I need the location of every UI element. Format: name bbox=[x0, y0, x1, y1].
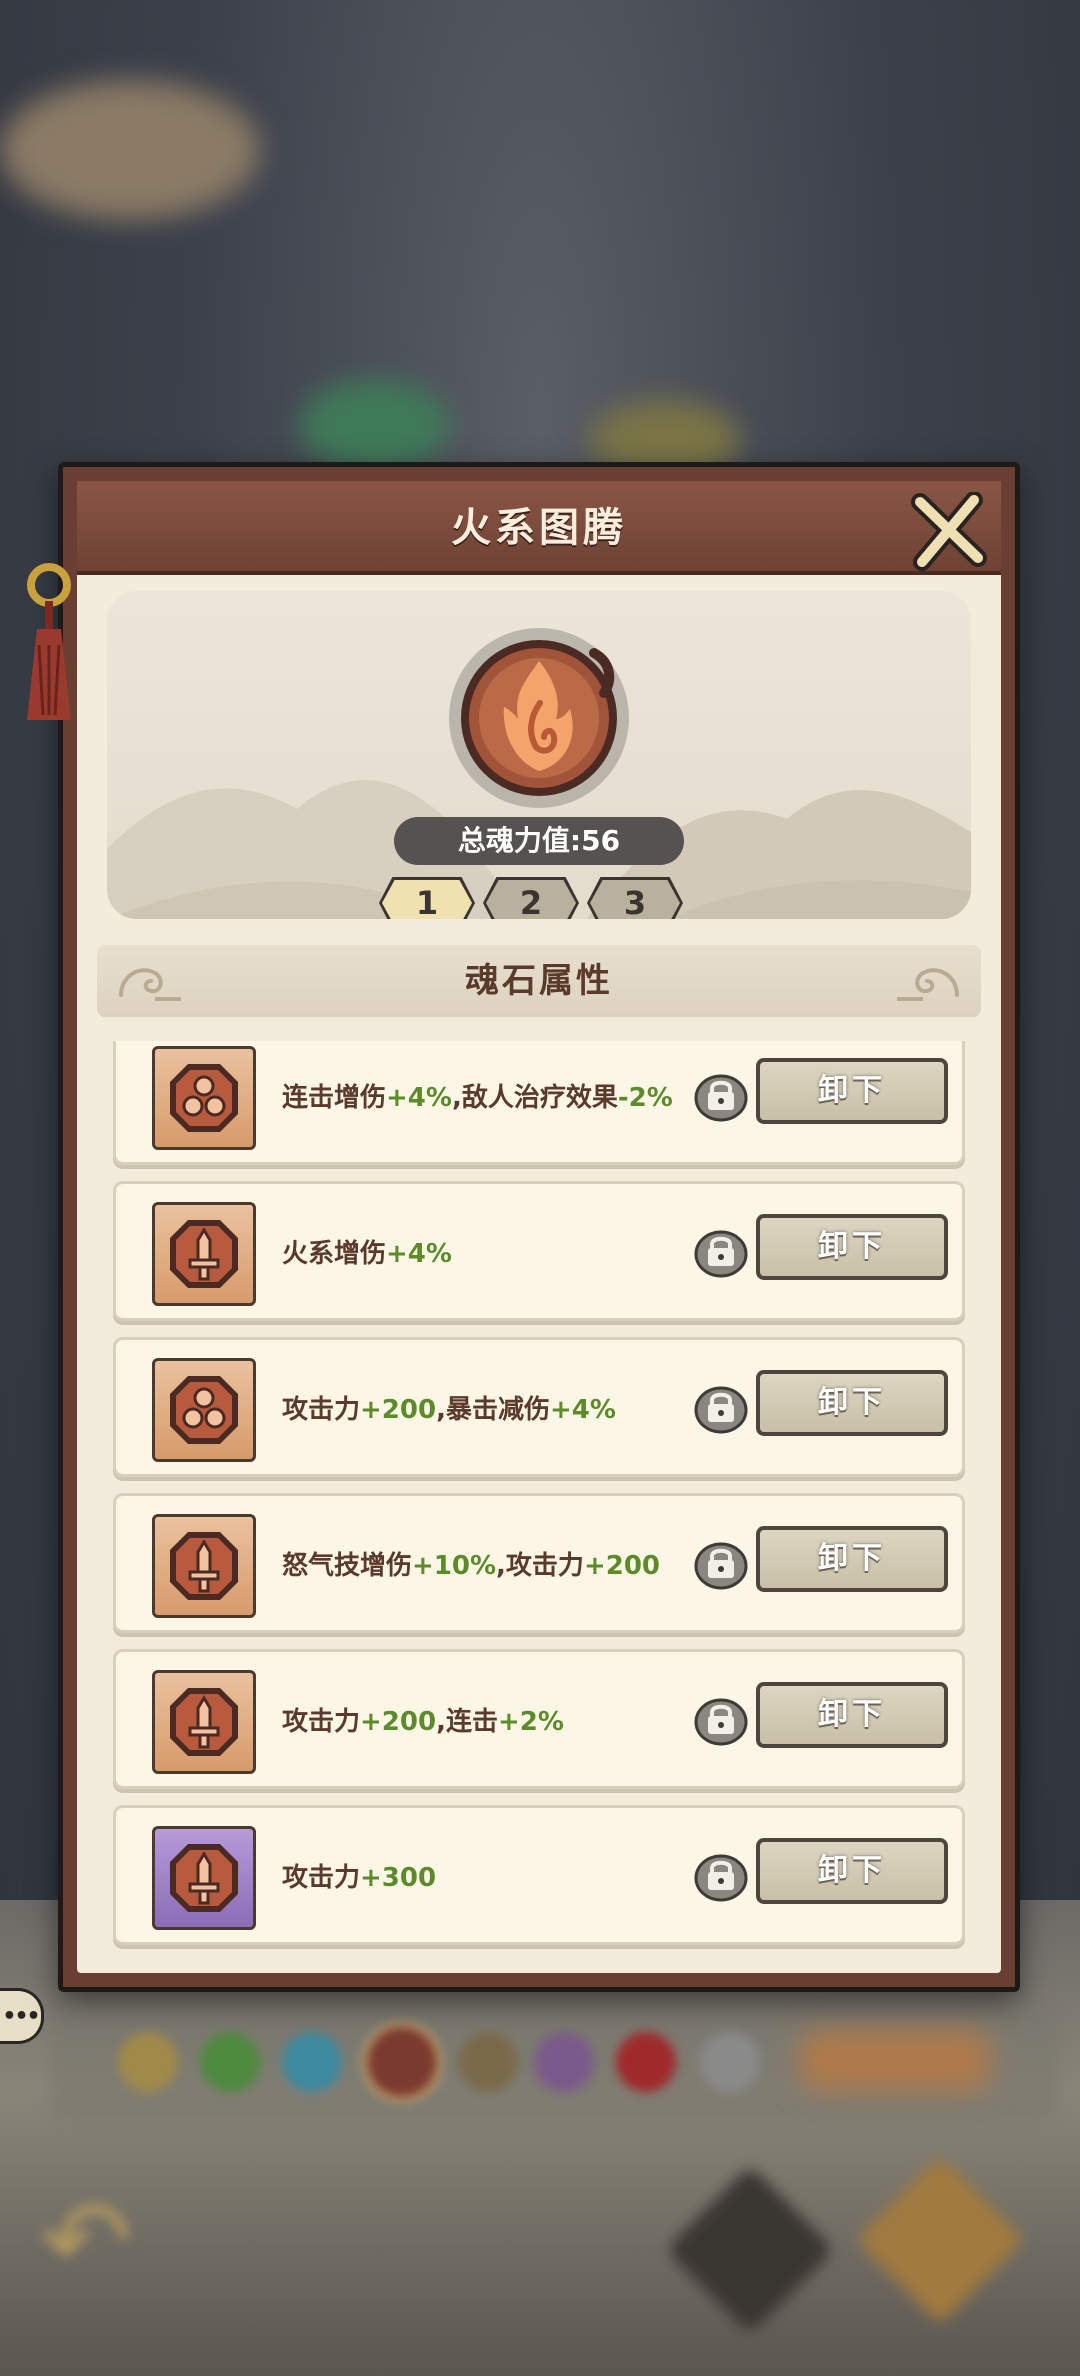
modal-title: 火系图腾 bbox=[451, 505, 627, 551]
background-orb bbox=[200, 2032, 260, 2092]
unequip-button[interactable]: 卸下 bbox=[756, 1214, 948, 1280]
close-icon bbox=[911, 492, 987, 571]
tassel-ornament bbox=[27, 563, 71, 720]
attribute-bonus-value: +4% bbox=[386, 1083, 452, 1113]
attribute-bonus-value: +10% bbox=[412, 1551, 497, 1581]
soul-stone-list[interactable]: 连击增伤+4%,敌人治疗效果-2% 卸下 火系增伤+4% 卸下 攻击力+200,暴击减伤… bbox=[113, 1041, 965, 1953]
soul-stone-slot[interactable] bbox=[152, 1046, 256, 1150]
back-arrow-icon: ↶ bbox=[40, 2176, 133, 2304]
totem-hero-area: 总魂力值:56 1 2 3 bbox=[107, 591, 971, 919]
attribute-bonus-value: -2% bbox=[617, 1083, 673, 1113]
background-decoration bbox=[800, 2030, 990, 2090]
swirl-ornament-icon bbox=[119, 968, 181, 1001]
section-header: 魂石属性 bbox=[97, 945, 981, 1017]
sword-stone-icon bbox=[170, 1688, 238, 1756]
section-title: 魂石属性 bbox=[465, 961, 613, 1001]
soul-stone-attributes: 连击增伤+4%,敌人治疗效果-2% bbox=[282, 1041, 682, 1168]
background-decoration bbox=[300, 380, 450, 470]
attribute-name: 火系增伤 bbox=[282, 1239, 387, 1269]
attribute-name: 怒气技增伤 bbox=[282, 1551, 413, 1581]
attribute-bonus-value: +200 bbox=[583, 1551, 660, 1581]
close-button[interactable] bbox=[905, 489, 991, 575]
attribute-bonus-value: +4% bbox=[549, 1395, 616, 1425]
lock-icon[interactable] bbox=[694, 1228, 748, 1278]
tab-1[interactable]: 1 bbox=[379, 877, 475, 919]
sword-stone-icon bbox=[170, 1532, 238, 1600]
soul-stone-slot[interactable] bbox=[152, 1358, 256, 1462]
tab-label: 1 bbox=[382, 880, 472, 919]
total-soul-power-label: 总魂力值:56 bbox=[394, 817, 684, 865]
soul-stone-slot[interactable] bbox=[152, 1514, 256, 1618]
modal-body: 火系图腾 总魂力值:56 1 2 3 魂石属性 连击增伤+4%,敌人治疗效果-2… bbox=[77, 481, 1001, 1973]
attribute-bonus-value: +200 bbox=[360, 1707, 437, 1737]
unequip-button[interactable]: 卸下 bbox=[756, 1526, 948, 1592]
attribute-name: 连击增伤 bbox=[282, 1083, 387, 1113]
background-orb bbox=[118, 2032, 178, 2092]
soul-stone-attributes: 怒气技增伤+10%,攻击力+200 bbox=[282, 1496, 682, 1636]
lock-icon[interactable] bbox=[694, 1072, 748, 1122]
soul-stone-row: 攻击力+200,连击+2% 卸下 bbox=[113, 1649, 965, 1789]
soul-stone-row: 攻击力+300 卸下 bbox=[113, 1805, 965, 1945]
triple-orb-stone-icon bbox=[170, 1376, 238, 1444]
triple-orb-stone-icon bbox=[170, 1064, 238, 1132]
lock-icon[interactable] bbox=[694, 1384, 748, 1434]
unequip-button[interactable]: 卸下 bbox=[756, 1838, 948, 1904]
attribute-name: ,敌人治疗效果 bbox=[451, 1083, 618, 1113]
background-orb bbox=[534, 2032, 594, 2092]
attribute-bonus-value: +300 bbox=[360, 1863, 437, 1893]
soul-stone-slot[interactable] bbox=[152, 1826, 256, 1930]
attribute-bonus-value: +4% bbox=[386, 1239, 452, 1269]
unequip-button[interactable]: 卸下 bbox=[756, 1370, 948, 1436]
fire-element-icon bbox=[449, 628, 629, 808]
fire-totem-modal: 火系图腾 总魂力值:56 1 2 3 魂石属性 连击增伤+4%,敌人治疗效果-2… bbox=[27, 462, 1020, 1992]
attribute-name: 攻击力 bbox=[282, 1863, 361, 1893]
attribute-name: ,连击 bbox=[436, 1707, 498, 1737]
soul-stone-attributes: 攻击力+200,连击+2% bbox=[282, 1652, 682, 1792]
sword-stone-icon bbox=[170, 1220, 238, 1288]
tab-3[interactable]: 3 bbox=[587, 877, 683, 919]
tab-2[interactable]: 2 bbox=[483, 877, 579, 919]
lock-icon[interactable] bbox=[694, 1696, 748, 1746]
lock-icon[interactable] bbox=[694, 1540, 748, 1590]
tab-label: 2 bbox=[486, 880, 576, 919]
attribute-bonus-value: +200 bbox=[360, 1395, 437, 1425]
background-orb bbox=[700, 2032, 760, 2092]
tab-label: 3 bbox=[590, 880, 680, 919]
attribute-name: ,攻击力 bbox=[496, 1551, 584, 1581]
unequip-button[interactable]: 卸下 bbox=[756, 1058, 948, 1124]
soul-stone-slot[interactable] bbox=[152, 1670, 256, 1774]
sword-stone-icon bbox=[170, 1844, 238, 1912]
soul-stone-attributes: 攻击力+300 bbox=[282, 1808, 682, 1948]
unequip-button[interactable]: 卸下 bbox=[756, 1682, 948, 1748]
soul-stone-row: 怒气技增伤+10%,攻击力+200 卸下 bbox=[113, 1493, 965, 1633]
soul-stone-attributes: 攻击力+200,暴击减伤+4% bbox=[282, 1340, 682, 1480]
background-orb bbox=[362, 2022, 442, 2102]
soul-stone-slot[interactable] bbox=[152, 1202, 256, 1306]
attribute-name: 攻击力 bbox=[282, 1395, 361, 1425]
background-orb bbox=[282, 2032, 342, 2092]
soul-stone-row: 攻击力+200,暴击减伤+4% 卸下 bbox=[113, 1337, 965, 1477]
soul-stone-row: 连击增伤+4%,敌人治疗效果-2% 卸下 bbox=[113, 1041, 965, 1165]
swirl-ornament-icon bbox=[897, 968, 959, 1001]
attribute-bonus-value: +2% bbox=[497, 1707, 564, 1737]
lock-icon[interactable] bbox=[694, 1852, 748, 1902]
page-tabs: 1 2 3 bbox=[379, 877, 683, 919]
background-orb bbox=[616, 2032, 676, 2092]
soul-stone-row: 火系增伤+4% 卸下 bbox=[113, 1181, 965, 1321]
background-decoration bbox=[0, 80, 260, 220]
attribute-name: 攻击力 bbox=[282, 1707, 361, 1737]
background-orb bbox=[458, 2032, 518, 2092]
attribute-name: ,暴击减伤 bbox=[436, 1395, 550, 1425]
soul-stone-attributes: 火系增伤+4% bbox=[282, 1184, 682, 1324]
